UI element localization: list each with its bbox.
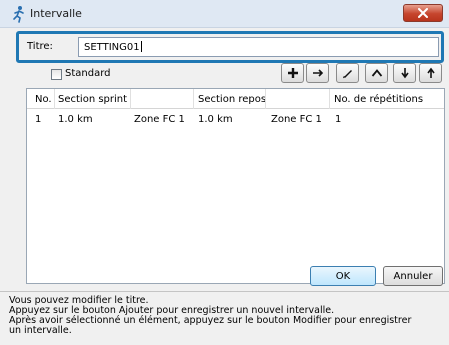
interval-dialog: Intervalle Titre: SETTING01 Standard No.… — [0, 0, 449, 345]
cell-sprint-distance: 1.0 km — [58, 114, 93, 125]
interval-list[interactable]: No. Section sprint Section repos No. de … — [26, 88, 445, 284]
standard-checkbox[interactable] — [51, 69, 62, 80]
title-input[interactable]: SETTING01 — [78, 37, 439, 57]
insert-button[interactable] — [306, 63, 329, 83]
cell-sprint-zone: Zone FC 1 — [134, 114, 185, 125]
insert-icon — [312, 69, 323, 77]
top-icon — [426, 67, 435, 78]
cancel-button[interactable]: Annuler — [383, 266, 443, 286]
text-caret — [140, 41, 142, 52]
add-button[interactable] — [281, 63, 304, 83]
window-title: Intervalle — [30, 7, 82, 20]
help-line: un intervalle. — [9, 325, 72, 336]
title-bar: Intervalle — [0, 0, 449, 28]
edit-button[interactable] — [336, 63, 359, 83]
column-divider[interactable] — [54, 89, 55, 109]
cell-repos-zone: Zone FC 1 — [271, 114, 322, 125]
move-up-button[interactable] — [365, 63, 388, 83]
column-divider[interactable] — [329, 89, 330, 109]
column-header-repos[interactable]: Section repos — [198, 94, 266, 105]
cell-repos-distance: 1.0 km — [198, 114, 233, 125]
column-header-sprint[interactable]: Section sprint — [58, 94, 127, 105]
column-divider[interactable] — [265, 89, 266, 109]
list-header: No. Section sprint Section repos No. de … — [27, 89, 444, 109]
down-icon — [400, 68, 409, 79]
move-down-button[interactable] — [393, 63, 416, 83]
runner-icon — [11, 5, 27, 23]
close-button[interactable] — [403, 4, 443, 22]
edit-icon — [342, 70, 352, 79]
cell-no: 1 — [35, 114, 42, 125]
help-text: Vous pouvez modifier le titre. Appuyez s… — [0, 291, 449, 345]
table-row[interactable]: 1 1.0 km Zone FC 1 1.0 km Zone FC 1 1 — [27, 111, 444, 127]
move-top-button[interactable] — [419, 63, 442, 83]
cell-repetitions: 1 — [335, 114, 342, 125]
column-divider[interactable] — [193, 89, 194, 109]
column-divider[interactable] — [130, 89, 131, 109]
column-header-no[interactable]: No. — [35, 94, 52, 105]
help-line: Après avoir sélectionné un élément, appu… — [9, 315, 412, 326]
standard-label: Standard — [65, 68, 111, 79]
up-icon — [371, 69, 382, 77]
column-header-repetitions[interactable]: No. de répétitions — [334, 94, 423, 105]
close-icon — [418, 8, 428, 18]
add-icon — [287, 68, 298, 78]
ok-button[interactable]: OK — [310, 266, 376, 286]
title-label: Titre: — [27, 41, 53, 52]
title-input-value: SETTING01 — [84, 42, 140, 53]
